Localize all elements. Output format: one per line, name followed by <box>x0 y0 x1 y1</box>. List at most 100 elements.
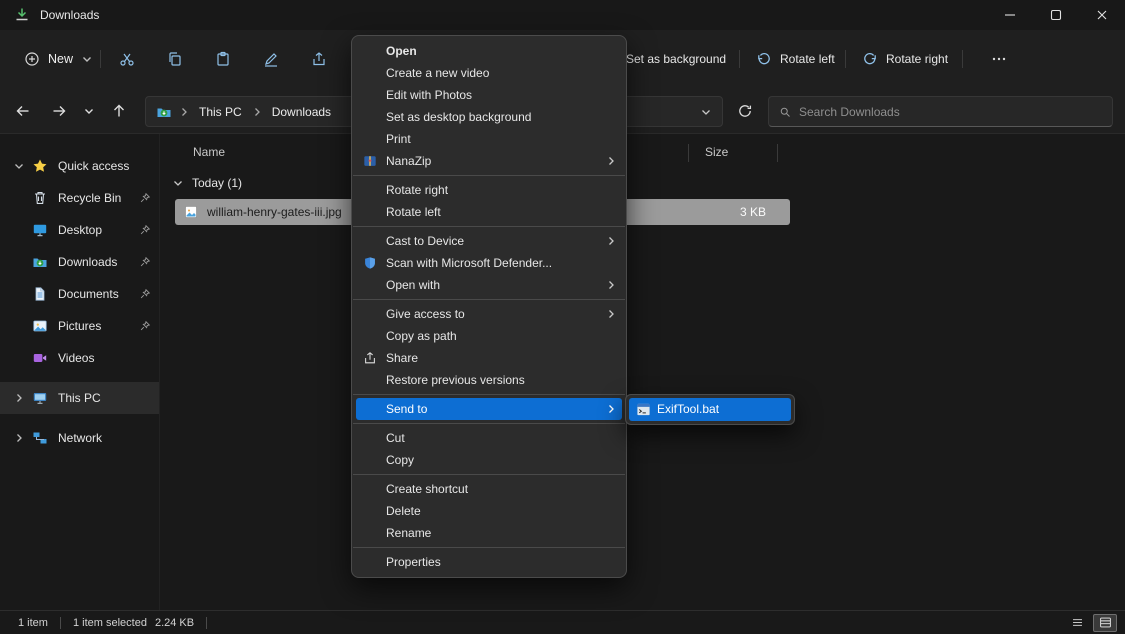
image-file-icon <box>183 204 199 220</box>
chevron-down-icon <box>81 53 93 65</box>
maximize-button[interactable] <box>1033 0 1079 30</box>
close-button[interactable] <box>1079 0 1125 30</box>
menu-item-rotate-left[interactable]: Rotate left <box>352 201 626 223</box>
copy-button[interactable] <box>156 44 194 74</box>
column-header-size[interactable]: Size <box>705 145 728 159</box>
sidebar-item-documents[interactable]: Documents <box>0 278 159 310</box>
sidebar-item-desktop[interactable]: Desktop <box>0 214 159 246</box>
selection-size: 2.24 KB <box>155 617 194 629</box>
menu-item-create-a-new-video[interactable]: Create a new video <box>352 62 626 84</box>
sidebar-item-videos[interactable]: Videos <box>0 342 159 374</box>
videos-icon <box>32 350 48 366</box>
menu-item-label: NanaZip <box>386 154 431 168</box>
search-icon <box>779 106 791 118</box>
menu-item-give-access-to[interactable]: Give access to <box>352 303 626 325</box>
more-options-button[interactable] <box>980 44 1018 74</box>
menu-item-label: Copy <box>386 453 414 467</box>
toolbar-divider <box>739 50 740 68</box>
chevron-right-icon <box>12 432 26 444</box>
menu-item-share[interactable]: Share <box>352 347 626 369</box>
sidebar-item-network[interactable]: Network <box>0 422 159 454</box>
menu-item-label: Edit with Photos <box>386 88 472 102</box>
rotate-right-label: Rotate right <box>886 52 948 66</box>
menu-item-label: Create a new video <box>386 66 489 80</box>
menu-item-rotate-right[interactable]: Rotate right <box>352 179 626 201</box>
group-header-today[interactable]: Today (1) <box>172 172 242 194</box>
menu-item-label: Copy as path <box>386 329 457 343</box>
group-label: Today (1) <box>192 176 242 190</box>
column-header-name[interactable]: Name <box>193 145 225 159</box>
menu-item-create-shortcut[interactable]: Create shortcut <box>352 478 626 500</box>
menu-item-restore-previous-versions[interactable]: Restore previous versions <box>352 369 626 391</box>
submenu-arrow-icon <box>605 308 617 320</box>
menu-item-send-to[interactable]: Send to <box>356 398 622 420</box>
column-divider[interactable] <box>777 144 778 162</box>
menu-item-open[interactable]: Open <box>352 40 626 62</box>
submenu-item-exiftool[interactable]: ExifTool.bat <box>629 398 791 421</box>
menu-item-copy-as-path[interactable]: Copy as path <box>352 325 626 347</box>
sidebar-item-this-pc[interactable]: This PC <box>0 382 159 414</box>
menu-item-rename[interactable]: Rename <box>352 522 626 544</box>
menu-item-label: Properties <box>386 555 441 569</box>
file-name: william-henry-gates-iii.jpg <box>207 205 342 219</box>
up-button[interactable] <box>104 96 134 126</box>
rename-button[interactable] <box>252 44 290 74</box>
sidebar-item-label: Network <box>58 431 102 445</box>
menu-item-label: Give access to <box>386 307 465 321</box>
rotate-right-button[interactable]: Rotate right <box>856 44 954 74</box>
minimize-button[interactable] <box>987 0 1033 30</box>
sidebar-item-downloads[interactable]: Downloads <box>0 246 159 278</box>
menu-item-label: Rotate left <box>386 205 441 219</box>
details-view-button[interactable] <box>1093 614 1117 632</box>
menu-item-label: Share <box>386 351 418 365</box>
menu-item-edit-with-photos[interactable]: Edit with Photos <box>352 84 626 106</box>
sidebar-item-label: Pictures <box>58 319 101 333</box>
menu-item-open-with[interactable]: Open with <box>352 274 626 296</box>
sidebar-item-pictures[interactable]: Pictures <box>0 310 159 342</box>
paste-button[interactable] <box>204 44 242 74</box>
list-view-icon <box>1071 616 1084 629</box>
plus-circle-icon <box>24 51 40 67</box>
recent-locations-button[interactable] <box>76 96 102 126</box>
sidebar-item-quick-access[interactable]: Quick access <box>0 150 159 182</box>
pictures-icon <box>32 318 48 334</box>
search-input[interactable] <box>799 105 1102 119</box>
menu-item-scan-with-defender[interactable]: Scan with Microsoft Defender... <box>352 252 626 274</box>
back-button[interactable] <box>8 96 38 126</box>
network-icon <box>32 430 48 446</box>
forward-icon <box>51 103 67 119</box>
recycle-bin-icon <box>32 190 48 206</box>
forward-button[interactable] <box>44 96 74 126</box>
refresh-button[interactable] <box>730 96 760 126</box>
share-button[interactable] <box>300 44 338 74</box>
column-headers: Name Size <box>160 142 1125 164</box>
share-icon <box>311 51 327 67</box>
pin-icon <box>139 224 151 236</box>
list-view-button[interactable] <box>1065 614 1089 632</box>
menu-item-delete[interactable]: Delete <box>352 500 626 522</box>
defender-shield-icon <box>363 256 377 270</box>
menu-item-properties[interactable]: Properties <box>352 551 626 573</box>
sidebar-item-recycle-bin[interactable]: Recycle Bin <box>0 182 159 214</box>
submenu-arrow-icon <box>605 403 617 415</box>
selection-count: 1 item selected <box>73 617 147 629</box>
address-dropdown-icon[interactable] <box>700 106 712 118</box>
bat-file-icon <box>636 402 651 417</box>
status-divider <box>206 617 207 629</box>
breadcrumb-downloads[interactable]: Downloads <box>269 105 334 119</box>
menu-item-copy[interactable]: Copy <box>352 449 626 471</box>
menu-item-label: Cut <box>386 431 405 445</box>
rotate-left-button[interactable]: Rotate left <box>750 44 841 74</box>
column-divider[interactable] <box>688 144 689 162</box>
menu-item-label: Cast to Device <box>386 234 464 248</box>
new-button[interactable]: New <box>14 42 103 76</box>
menu-item-nanazip[interactable]: NanaZip <box>352 150 626 172</box>
cut-button[interactable] <box>108 44 146 74</box>
menu-separator <box>353 423 625 424</box>
menu-item-cast-to-device[interactable]: Cast to Device <box>352 230 626 252</box>
menu-item-set-as-desktop-background[interactable]: Set as desktop background <box>352 106 626 128</box>
breadcrumb-this-pc[interactable]: This PC <box>196 105 245 119</box>
file-explorer-window: Downloads New Set as background Rotate l… <box>0 0 1125 634</box>
menu-item-cut[interactable]: Cut <box>352 427 626 449</box>
menu-item-print[interactable]: Print <box>352 128 626 150</box>
